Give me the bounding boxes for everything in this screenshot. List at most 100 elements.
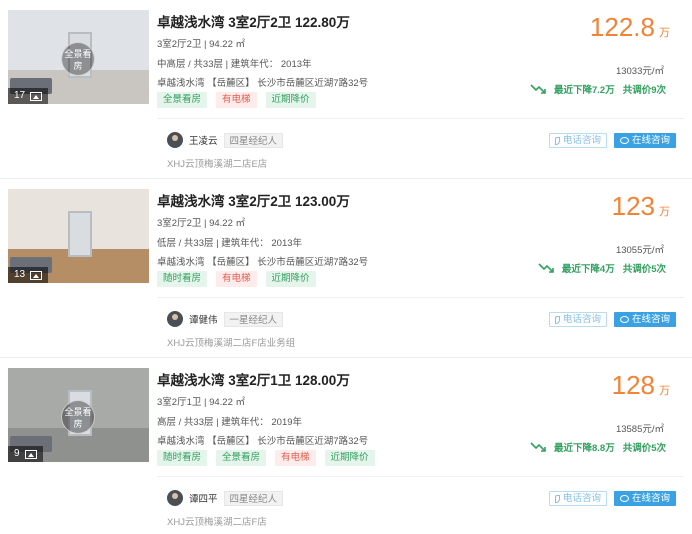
phone-icon	[555, 136, 560, 145]
divider	[157, 118, 684, 119]
price-change-count: 共调价9次	[622, 85, 666, 96]
photo-count-badge: 9	[8, 446, 43, 462]
address: 卓越浅水湾 【岳麓区】 长沙市岳麓区近湖7路32号	[157, 436, 369, 447]
online-consult-label: 在线咨询	[631, 314, 670, 325]
trend-down-icon	[530, 84, 546, 94]
tag: 有电梯	[216, 92, 257, 108]
layout-area: 3室2厅1卫 | 94.22 ㎡	[157, 397, 246, 408]
tag: 随时看房	[157, 450, 208, 466]
trend-down-icon	[530, 442, 546, 452]
agent-info[interactable]: 王凌云 四星经纪人	[167, 132, 284, 148]
avatar[interactable]	[167, 311, 183, 327]
listing-photo[interactable]: 13	[8, 189, 149, 283]
address: 卓越浅水湾 【岳麓区】 长沙市岳麓区近湖7路32号	[157, 78, 369, 89]
price-change-count: 共调价5次	[622, 264, 666, 275]
price-value: 123	[611, 191, 655, 221]
tag: 有电梯	[275, 450, 316, 466]
tag-list: 全景看房 有电梯 近期降价	[157, 92, 316, 108]
divider	[157, 476, 684, 477]
photo-count-badge: 17	[8, 88, 49, 104]
tag: 全景看房	[157, 92, 208, 108]
photo-door	[68, 211, 92, 257]
divider	[157, 297, 684, 298]
unit-price: 13033元/㎡	[615, 66, 664, 77]
image-icon	[24, 449, 37, 459]
photo-count: 17	[14, 90, 26, 101]
price-change-count: 共调价5次	[622, 443, 666, 454]
listing-title[interactable]: 卓越浅水湾 3室2厅1卫 128.00万	[157, 369, 350, 389]
store-name: XHJ云顶梅溪湖二店E店	[167, 159, 268, 170]
chat-icon	[620, 316, 629, 323]
tag: 随时看房	[157, 271, 208, 287]
online-consult-label: 在线咨询	[631, 493, 670, 504]
tag-list: 随时看房 全景看房 有电梯 近期降价	[157, 450, 375, 466]
tag: 有电梯	[216, 271, 257, 287]
agent-level-badge: 一星经纪人	[223, 311, 284, 327]
price-drop: 最近下降4万 共调价5次	[538, 261, 666, 275]
avatar[interactable]	[167, 132, 183, 148]
listing-list: 全景看房 17 卓越浅水湾 3室2厅2卫 122.80万 3室2厅2卫 | 94…	[0, 0, 692, 534]
avatar[interactable]	[167, 490, 183, 506]
phone-icon	[555, 494, 560, 503]
tag: 近期降价	[265, 271, 316, 287]
agent-info[interactable]: 谭四平 四星经纪人	[167, 490, 284, 506]
store-name: XHJ云顶梅溪湖二店F店	[167, 517, 267, 528]
image-icon	[30, 91, 43, 101]
online-consult-label: 在线咨询	[631, 135, 670, 146]
vr-badge[interactable]: 全景看房	[61, 400, 95, 434]
photo-count-badge: 13	[8, 267, 49, 283]
listing-card[interactable]: 13 卓越浅水湾 3室2厅2卫 123.00万 3室2厅2卫 | 94.22 ㎡…	[0, 179, 692, 358]
online-consult-button[interactable]: 在线咨询	[614, 312, 676, 327]
listing-photo[interactable]: 全景看房 9	[8, 368, 149, 462]
photo-count: 13	[14, 269, 26, 280]
store-name: XHJ云顶梅溪湖二店F店业务组	[167, 338, 296, 349]
phone-consult-button[interactable]: 电话咨询	[549, 312, 607, 327]
price-drop-text: 最近下降7.2万	[553, 85, 615, 96]
total-price: 128 万	[612, 370, 670, 401]
total-price: 122.8 万	[590, 12, 670, 43]
total-price: 123 万	[612, 191, 670, 222]
online-consult-button[interactable]: 在线咨询	[614, 491, 676, 506]
listing-photo[interactable]: 全景看房 17	[8, 10, 149, 104]
online-consult-button[interactable]: 在线咨询	[614, 133, 676, 148]
trend-down-icon	[538, 263, 554, 273]
chat-icon	[620, 495, 629, 502]
agent-level-badge: 四星经纪人	[223, 490, 284, 506]
listing-title[interactable]: 卓越浅水湾 3室2厅2卫 122.80万	[157, 11, 350, 31]
price-unit: 万	[659, 206, 670, 218]
image-icon	[30, 270, 43, 280]
tag-list: 随时看房 有电梯 近期降价	[157, 271, 316, 287]
price-drop: 最近下降8.8万 共调价5次	[530, 440, 666, 454]
floor-year: 低层 / 共33层 | 建筑年代： 2013年	[157, 238, 303, 249]
floor-year: 高层 / 共33层 | 建筑年代： 2019年	[157, 417, 303, 428]
vr-badge[interactable]: 全景看房	[61, 42, 95, 76]
phone-consult-button[interactable]: 电话咨询	[549, 133, 607, 148]
phone-consult-label: 电话咨询	[562, 314, 601, 325]
price-drop-text: 最近下降8.8万	[553, 443, 615, 454]
floor-year: 中高层 / 共33层 | 建筑年代： 2013年	[157, 59, 312, 70]
listing-title[interactable]: 卓越浅水湾 3室2厅2卫 123.00万	[157, 190, 350, 210]
price-drop-text: 最近下降4万	[561, 264, 615, 275]
agent-name[interactable]: 谭健伟	[189, 312, 218, 326]
listing-card[interactable]: 全景看房 17 卓越浅水湾 3室2厅2卫 122.80万 3室2厅2卫 | 94…	[0, 0, 692, 179]
phone-consult-button[interactable]: 电话咨询	[549, 491, 607, 506]
agent-level-badge: 四星经纪人	[223, 132, 284, 148]
unit-price: 13585元/㎡	[615, 424, 664, 435]
agent-name[interactable]: 谭四平	[189, 491, 218, 505]
layout-area: 3室2厅2卫 | 94.22 ㎡	[157, 39, 246, 50]
price-value: 128	[611, 370, 655, 400]
price-unit: 万	[659, 385, 670, 397]
agent-name[interactable]: 王凌云	[189, 133, 218, 147]
price-unit: 万	[659, 27, 670, 39]
price-drop: 最近下降7.2万 共调价9次	[530, 82, 666, 96]
tag: 近期降价	[324, 450, 375, 466]
photo-count: 9	[14, 448, 20, 459]
tag: 近期降价	[265, 92, 316, 108]
phone-consult-label: 电话咨询	[562, 493, 601, 504]
agent-info[interactable]: 谭健伟 一星经纪人	[167, 311, 284, 327]
unit-price: 13055元/㎡	[615, 245, 664, 256]
tag: 全景看房	[216, 450, 267, 466]
address: 卓越浅水湾 【岳麓区】 长沙市岳麓区近湖7路32号	[157, 257, 369, 268]
listing-card[interactable]: 全景看房 9 卓越浅水湾 3室2厅1卫 128.00万 3室2厅1卫 | 94.…	[0, 358, 692, 534]
chat-icon	[620, 137, 629, 144]
